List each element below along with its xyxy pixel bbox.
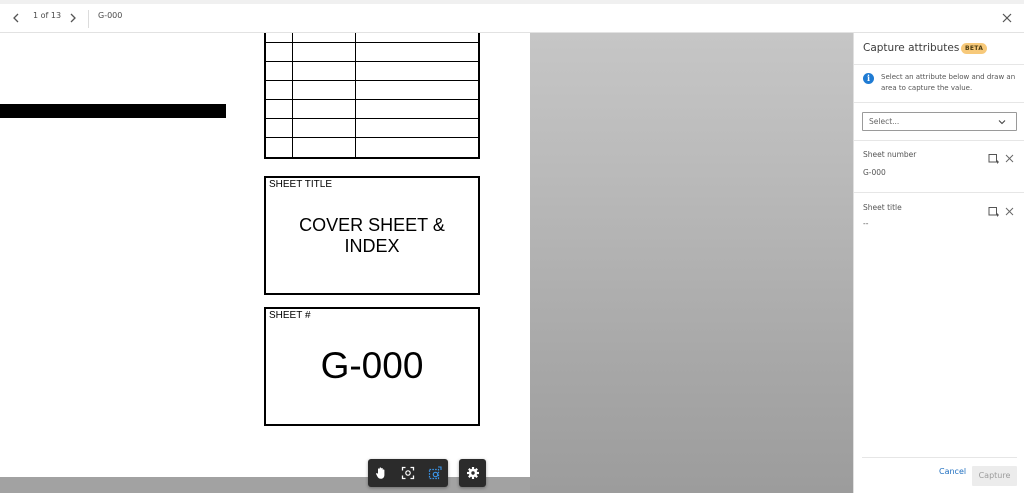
- draw-area-sheet-title-button[interactable]: [988, 202, 999, 217]
- top-bar: 1 of 13 G-000: [0, 0, 1024, 33]
- sheet-title-line-2: INDEX: [344, 236, 400, 256]
- viewer-bottom-strip: [0, 477, 530, 493]
- drawing-sheet: SHEET TITLE COVER SHEET & INDEX SHEET # …: [0, 33, 530, 477]
- area-capture-icon: [428, 466, 442, 480]
- toolbar-divider: [88, 10, 89, 28]
- panel-divider: [854, 140, 1024, 141]
- capture-button[interactable]: Capture: [972, 466, 1017, 486]
- sheet-number-box: SHEET # G-000: [264, 307, 480, 426]
- capture-attributes-panel: Capture attributes BETA i Select an attr…: [853, 33, 1024, 493]
- fit-to-view-button[interactable]: [395, 459, 422, 487]
- previous-page-button[interactable]: [9, 10, 23, 26]
- info-text: Select an attribute below and draw an ar…: [881, 73, 1016, 92]
- cancel-button[interactable]: Cancel: [939, 467, 966, 476]
- draw-area-icon: [988, 154, 999, 164]
- close-icon: [1005, 154, 1014, 163]
- sheet-title-label: SHEET TITLE: [269, 179, 332, 190]
- redaction-bar: [0, 104, 226, 118]
- info-icon: i: [863, 73, 874, 84]
- pan-tool-button[interactable]: [368, 459, 395, 487]
- panel-divider: [854, 192, 1024, 193]
- close-button[interactable]: [1000, 10, 1014, 26]
- panel-divider: [854, 102, 1024, 103]
- attribute-value-sheet-number: G-000: [863, 168, 886, 177]
- sheet-name: G-000: [98, 11, 123, 20]
- sheet-number-label: SHEET #: [269, 310, 311, 321]
- chevron-down-icon: [998, 120, 1006, 125]
- clear-sheet-number-button[interactable]: [1004, 149, 1015, 163]
- sheet-title-box: SHEET TITLE COVER SHEET & INDEX: [264, 176, 480, 295]
- sheet-title-line-1: COVER SHEET &: [299, 215, 445, 235]
- attribute-select[interactable]: Select...: [862, 112, 1017, 131]
- chevron-left-icon: [13, 13, 19, 23]
- attribute-label-sheet-number: Sheet number: [863, 150, 917, 159]
- settings-toolbar: [459, 459, 486, 487]
- chevron-right-icon: [70, 13, 76, 23]
- clear-sheet-title-button[interactable]: [1004, 202, 1015, 216]
- close-icon: [1005, 207, 1014, 216]
- attribute-select-placeholder: Select...: [869, 117, 900, 126]
- panel-footer-divider: [862, 457, 1017, 458]
- draw-area-sheet-number-button[interactable]: [988, 149, 999, 164]
- hand-icon: [376, 467, 385, 479]
- sheet-number-text: G-000: [320, 345, 424, 386]
- attribute-label-sheet-title: Sheet title: [863, 203, 902, 212]
- beta-badge: BETA: [961, 43, 988, 54]
- page-indicator: 1 of 13: [33, 11, 62, 20]
- viewer-settings-button[interactable]: [459, 459, 486, 487]
- gear-icon: [466, 467, 479, 479]
- document-viewer[interactable]: SHEET TITLE COVER SHEET & INDEX SHEET # …: [0, 33, 853, 493]
- draw-area-icon: [988, 207, 999, 217]
- panel-title: Capture attributes: [863, 42, 960, 54]
- close-icon: [1002, 13, 1012, 23]
- fit-to-view-icon: [401, 466, 415, 480]
- area-capture-button[interactable]: [421, 459, 448, 487]
- sheet-title-text: COVER SHEET & INDEX: [266, 215, 478, 257]
- viewer-toolbar: [368, 459, 448, 487]
- panel-divider: [854, 64, 1024, 65]
- attribute-value-sheet-title: --: [863, 219, 869, 228]
- revision-table: [264, 33, 480, 159]
- next-page-button[interactable]: [66, 10, 80, 26]
